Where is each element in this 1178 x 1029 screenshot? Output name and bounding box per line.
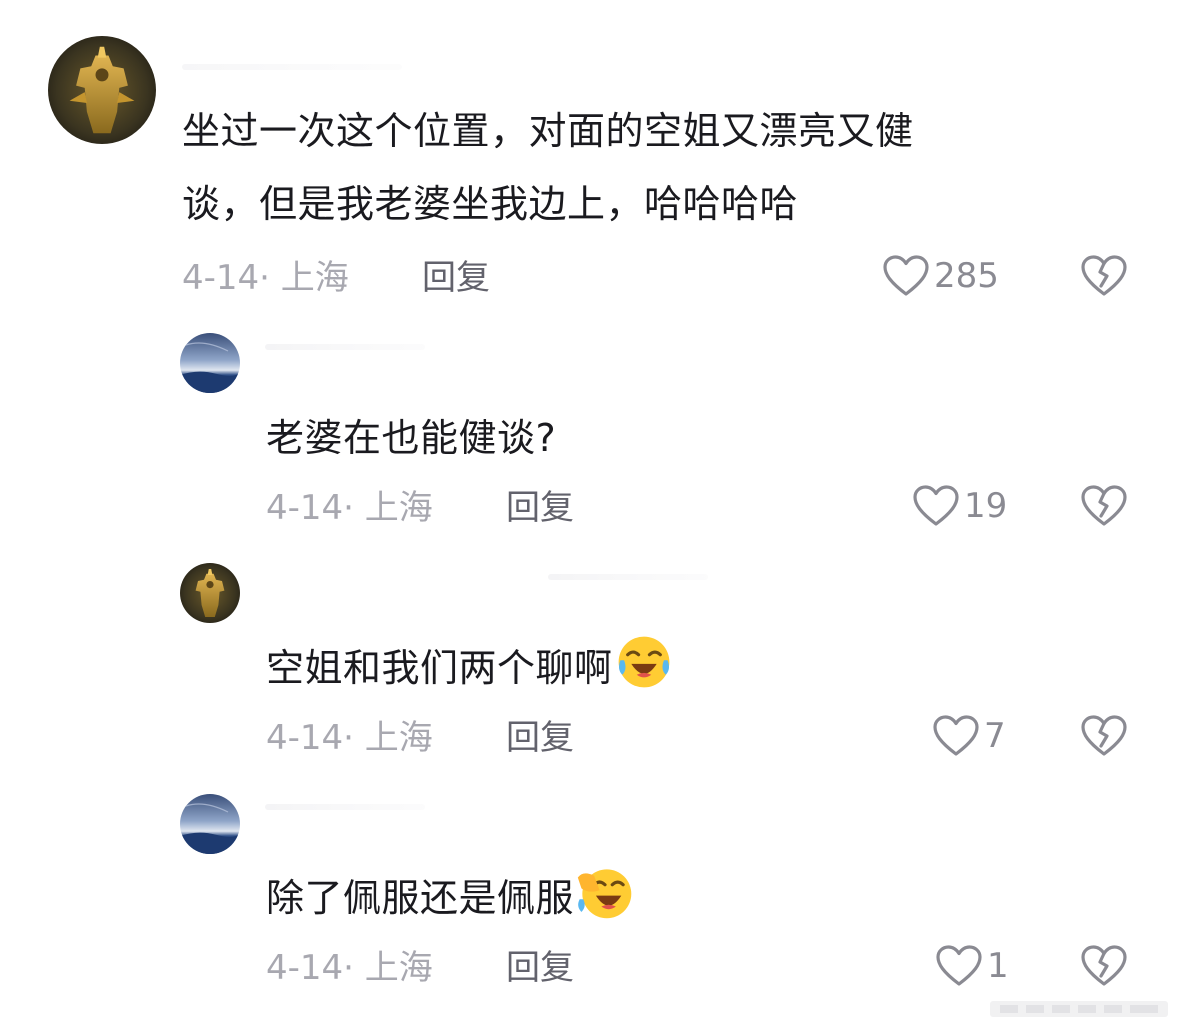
meta-separator: · — [343, 488, 354, 528]
comment-date: 4-14 — [266, 488, 344, 528]
like-button[interactable]: 19 — [912, 484, 1007, 528]
night-sky-avatar-image — [180, 333, 240, 393]
reply-button[interactable]: 回复 — [506, 488, 574, 528]
gold-armor-avatar-image — [180, 563, 240, 623]
like-button[interactable]: 285 — [882, 254, 999, 298]
watermark-graphic — [990, 1001, 1168, 1017]
reply-button[interactable]: 回复 — [422, 258, 490, 298]
reply-button[interactable]: 回复 — [506, 948, 574, 988]
comment-location: 上海 — [364, 718, 433, 758]
like-count: 285 — [934, 256, 999, 296]
crying-laughing-emoji-icon — [618, 636, 669, 688]
heart-icon — [913, 485, 959, 526]
gold-armor-avatar-image — [48, 36, 156, 144]
avatar[interactable] — [180, 333, 240, 393]
meta-separator: · — [343, 718, 354, 758]
comment-date: 4-14 — [266, 948, 344, 988]
broken-heart-icon[interactable] — [1080, 714, 1128, 758]
comment-text: 除了佩服还是佩服 — [266, 862, 634, 935]
comment-location: 上海 — [280, 258, 349, 298]
broken-heart-icon[interactable] — [1080, 484, 1128, 528]
comment-meta: 4-14· 上海 — [266, 488, 433, 528]
heart-icon — [933, 715, 979, 756]
heart-icon — [936, 945, 982, 986]
comment-meta: 4-14· 上海 — [266, 948, 433, 988]
username-blurred[interactable] — [548, 574, 708, 580]
comment-meta: 4-14· 上海 — [266, 718, 433, 758]
comment-date: 4-14 — [266, 718, 344, 758]
meta-separator: · — [259, 258, 270, 298]
like-button[interactable]: 7 — [932, 714, 1006, 758]
like-count: 1 — [987, 946, 1009, 986]
like-count: 19 — [964, 486, 1008, 526]
comment-location: 上海 — [364, 948, 433, 988]
tears-of-joy-emoji-icon — [577, 869, 632, 919]
heart-icon — [883, 255, 929, 296]
comment-date: 4-14 — [182, 258, 260, 298]
like-button[interactable]: 1 — [935, 944, 1009, 988]
avatar[interactable] — [180, 563, 240, 623]
comment-text: 老婆在也能健谈? — [266, 416, 557, 460]
comment-text: 坐过一次这个位置，对面的空姐又漂亮又健 谈，但是我老婆坐我边上，哈哈哈哈 — [182, 109, 914, 226]
broken-heart-icon[interactable] — [1080, 944, 1128, 988]
comment-text-content: 除了佩服还是佩服 — [266, 876, 575, 920]
avatar[interactable] — [180, 794, 240, 854]
username-blurred[interactable] — [182, 64, 402, 70]
username-blurred[interactable] — [265, 344, 425, 350]
comment-meta: 4-14· 上海 — [182, 258, 349, 298]
comment-location: 上海 — [364, 488, 433, 528]
reply-button[interactable]: 回复 — [506, 718, 574, 758]
avatar[interactable] — [48, 36, 156, 144]
comment-text-content: 空姐和我们两个聊啊 — [266, 646, 613, 690]
night-sky-avatar-image — [180, 794, 240, 854]
meta-separator: · — [343, 948, 354, 988]
broken-heart-icon[interactable] — [1080, 254, 1128, 298]
like-count: 7 — [984, 716, 1006, 756]
comment-text: 空姐和我们两个聊啊 — [266, 632, 673, 705]
username-blurred[interactable] — [265, 804, 425, 810]
